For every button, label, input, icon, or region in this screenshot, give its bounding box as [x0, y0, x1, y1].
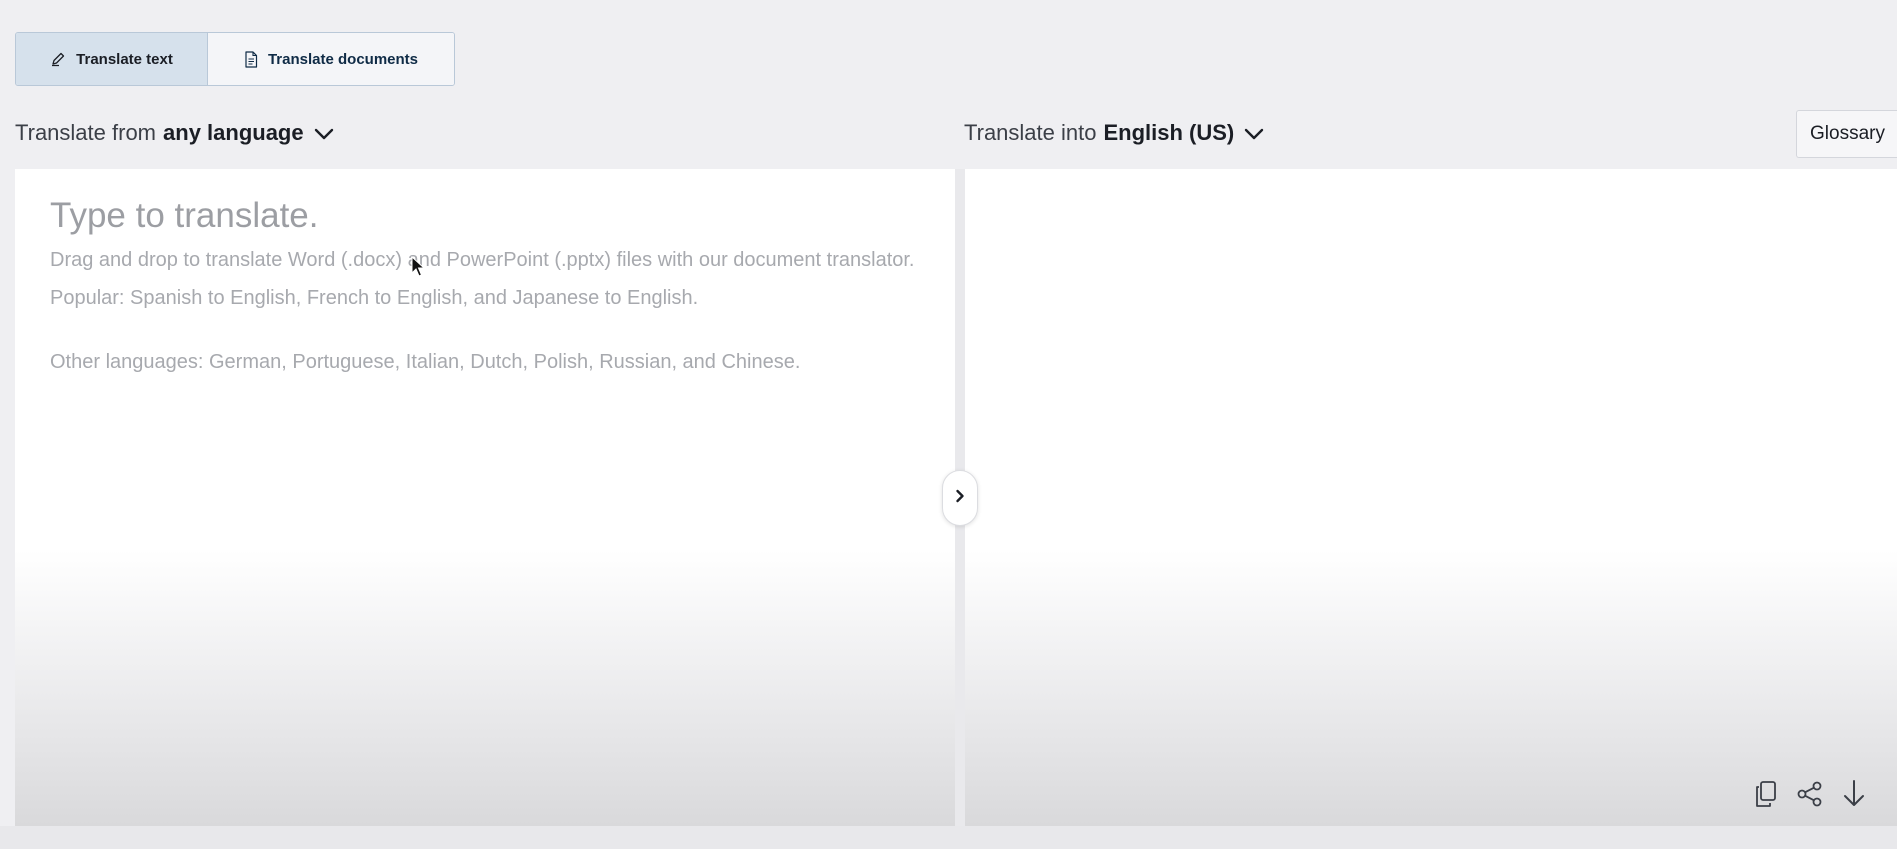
output-actions	[1752, 778, 1868, 810]
swap-button[interactable]	[942, 470, 978, 526]
glossary-button[interactable]: Glossary	[1796, 110, 1897, 158]
translate-documents-label: Translate documents	[267, 50, 419, 68]
source-text-panel[interactable]: Type to translate. Drag and drop to tran…	[15, 169, 955, 826]
source-language-value: any language	[163, 120, 304, 145]
chevron-down-icon	[1244, 120, 1264, 146]
pen-icon	[50, 51, 66, 67]
translation-output-panel	[965, 169, 1897, 826]
translate-documents-tab[interactable]: Translate documents	[208, 33, 454, 85]
translate-text-tab[interactable]: Translate text	[16, 33, 208, 85]
document-icon	[244, 50, 258, 68]
share-icon[interactable]	[1796, 778, 1824, 810]
chevron-right-icon	[955, 489, 965, 508]
translate-text-label: Translate text	[76, 50, 173, 68]
source-placeholder: Type to translate. Drag and drop to tran…	[50, 195, 920, 376]
drag-drop-hint: Drag and drop to translate Word (.docx) …	[50, 249, 915, 271]
mouse-cursor-icon	[411, 255, 426, 278]
translator-page: Translate text Translate documents Trans…	[0, 0, 1897, 849]
mode-tabs: Translate text Translate documents	[15, 32, 455, 86]
download-icon[interactable]	[1840, 778, 1868, 810]
source-language-selector[interactable]: Translate from any language	[15, 120, 334, 146]
other-languages-hint: Other languages: German, Portuguese, Ita…	[50, 351, 801, 373]
target-language-prefix: Translate into	[964, 120, 1097, 145]
copy-icon[interactable]	[1752, 778, 1780, 810]
target-language-selector[interactable]: Translate into English (US)	[964, 120, 1264, 146]
placeholder-title: Type to translate.	[50, 196, 319, 235]
bottom-strip	[0, 826, 1897, 849]
source-language-prefix: Translate from	[15, 120, 157, 145]
popular-languages-hint: Popular: Spanish to English, French to E…	[50, 287, 699, 309]
chevron-down-icon	[314, 120, 334, 146]
target-language-value: English (US)	[1103, 120, 1235, 145]
glossary-label: Glossary	[1810, 123, 1885, 144]
